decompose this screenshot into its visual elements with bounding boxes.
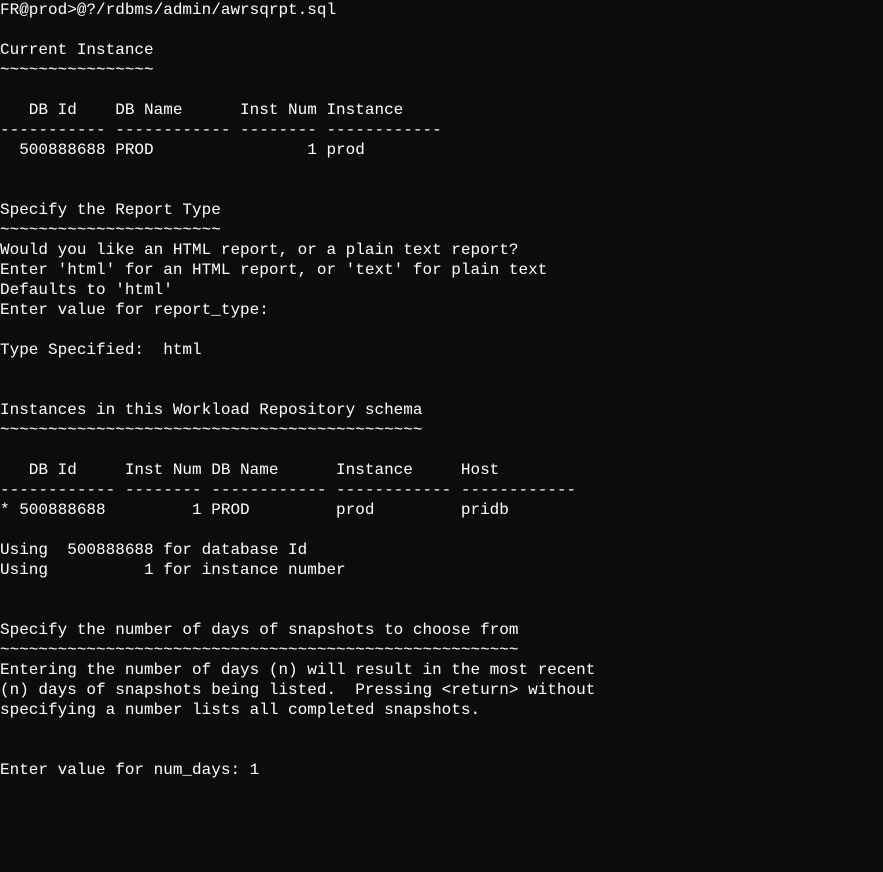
report-type-question-3: Defaults to 'html' — [0, 281, 173, 299]
instances-table-header: DB Id Inst Num DB Name Instance Host — [0, 461, 499, 479]
section-report-type-title: Specify the Report Type — [0, 201, 221, 219]
report-type-question-2: Enter 'html' for an HTML report, or 'tex… — [0, 261, 547, 279]
instances-table-row: * 500888688 1 PROD prod pridb — [0, 501, 509, 519]
type-specified-line: Type Specified: html — [0, 341, 202, 359]
using-instance-number-line: Using 1 for instance number — [0, 561, 346, 579]
section-num-days-title: Specify the number of days of snapshots … — [0, 621, 518, 639]
section-instances-title: Instances in this Workload Repository sc… — [0, 401, 422, 419]
using-database-id-line: Using 500888688 for database Id — [0, 541, 307, 559]
section-current-instance-underline: ~~~~~~~~~~~~~~~~ — [0, 61, 154, 79]
num-days-paragraph-2: (n) days of snapshots being listed. Pres… — [0, 681, 595, 699]
current-instance-table-row: 500888688 PROD 1 prod — [0, 141, 365, 159]
terminal-output[interactable]: FR@prod>@?/rdbms/admin/awrsqrpt.sql Curr… — [0, 0, 883, 780]
section-num-days-underline: ~~~~~~~~~~~~~~~~~~~~~~~~~~~~~~~~~~~~~~~~… — [0, 641, 518, 659]
num-days-input-prompt: Enter value for num_days: 1 — [0, 761, 259, 779]
instances-table-divider: ------------ -------- ------------ -----… — [0, 481, 576, 499]
section-instances-underline: ~~~~~~~~~~~~~~~~~~~~~~~~~~~~~~~~~~~~~~~~… — [0, 421, 422, 439]
section-report-type-underline: ~~~~~~~~~~~~~~~~~~~~~~~ — [0, 221, 221, 239]
report-type-input-prompt: Enter value for report_type: — [0, 301, 269, 319]
report-type-question-1: Would you like an HTML report, or a plai… — [0, 241, 518, 259]
section-current-instance-title: Current Instance — [0, 41, 154, 59]
current-instance-table-divider: ----------- ------------ -------- ------… — [0, 121, 442, 139]
num-days-paragraph-3: specifying a number lists all completed … — [0, 701, 480, 719]
num-days-paragraph-1: Entering the number of days (n) will res… — [0, 661, 595, 679]
current-instance-table-header: DB Id DB Name Inst Num Instance — [0, 101, 403, 119]
sql-prompt-line: FR@prod>@?/rdbms/admin/awrsqrpt.sql — [0, 1, 336, 19]
